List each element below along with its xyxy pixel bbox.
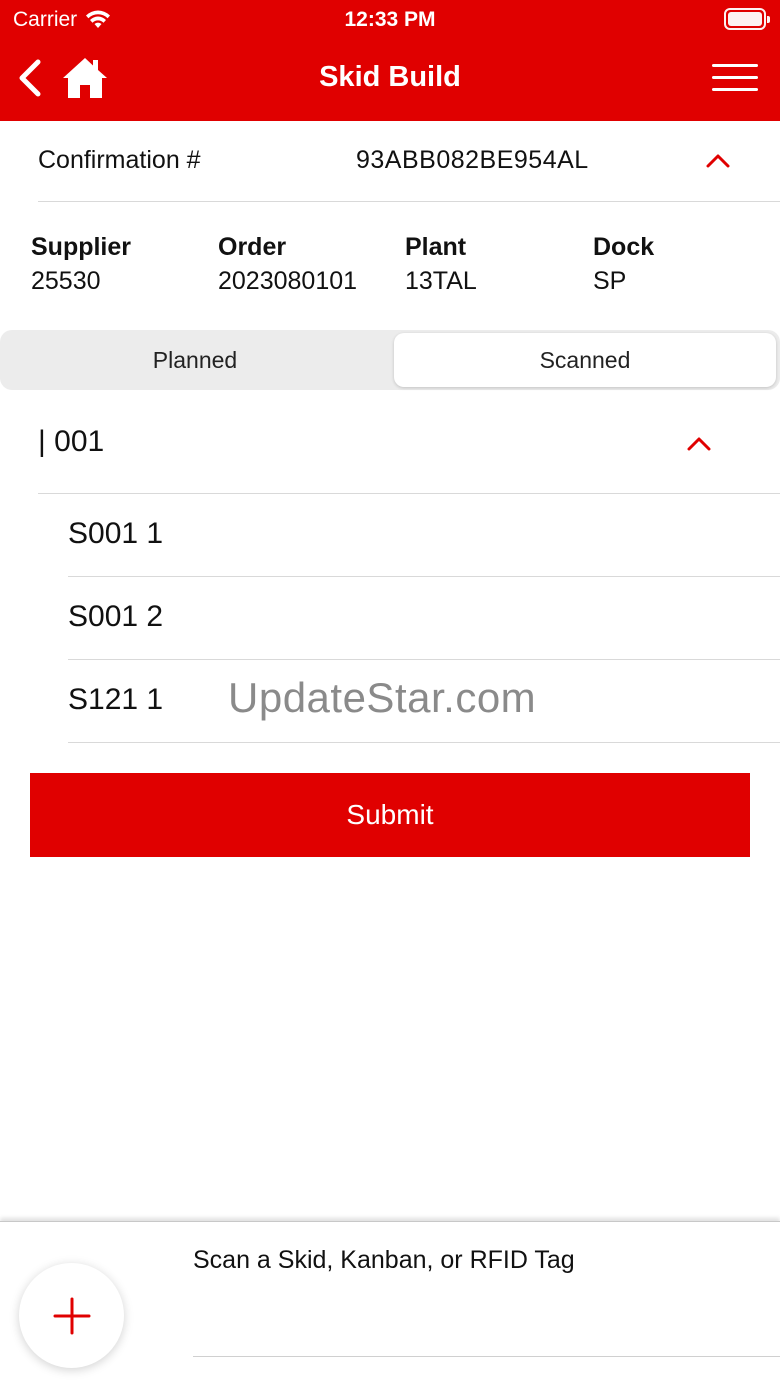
plus-icon <box>53 1297 91 1335</box>
planned-scanned-segmented-control: Planned Scanned <box>0 330 780 390</box>
plant-label: Plant <box>405 233 467 261</box>
watermark: UpdateStar.com <box>228 674 537 721</box>
navigation-bar: Skid Build <box>0 40 780 121</box>
hamburger-menu-icon[interactable] <box>712 64 758 96</box>
top-bar: Carrier 12:33 PM Skid Build <box>0 0 780 121</box>
order-value: 2023080101 <box>218 267 358 295</box>
list-item[interactable]: S001 1 <box>68 494 780 577</box>
order-info-col: Order 2023080101 <box>218 233 357 296</box>
order-info: Supplier 25530 Order 2023080101 Plant 13… <box>31 233 780 303</box>
page-title: Skid Build <box>319 61 461 93</box>
supplier-value: 25530 <box>31 267 101 295</box>
list-item-label: S001 2 <box>68 600 164 633</box>
submit-button[interactable]: Submit <box>30 773 750 857</box>
status-time: 12:33 PM <box>344 8 436 31</box>
segment-scanned[interactable]: Scanned <box>394 333 776 387</box>
confirmation-row[interactable]: Confirmation # 93ABB082BE954AL <box>38 122 780 202</box>
chevron-up-icon[interactable] <box>704 152 732 170</box>
supplier-label: Supplier <box>31 233 132 261</box>
add-button[interactable] <box>19 1263 124 1368</box>
dock-label: Dock <box>593 233 655 261</box>
confirmation-label: Confirmation # <box>38 146 201 174</box>
scan-label: Scan a Skid, Kanban, or RFID Tag <box>193 1246 575 1274</box>
list-item-label: S001 1 <box>68 517 164 550</box>
status-bar: Carrier 12:33 PM <box>0 0 780 40</box>
scan-input-underline[interactable] <box>193 1356 780 1357</box>
plant-info: Plant 13TAL <box>405 233 477 296</box>
confirmation-value: 93ABB082BE954AL <box>356 146 589 174</box>
plant-value: 13TAL <box>405 267 477 295</box>
battery-icon <box>724 8 770 30</box>
group-header[interactable]: | 001 <box>38 395 780 494</box>
list-item-label: S121 1 <box>68 683 164 716</box>
dock-info: Dock SP <box>593 233 654 296</box>
list-item[interactable]: S001 2 <box>68 577 780 660</box>
supplier-info: Supplier 25530 <box>31 233 131 296</box>
group-label: | 001 <box>38 425 105 458</box>
dock-value: SP <box>593 267 627 295</box>
order-label: Order <box>218 233 287 261</box>
chevron-up-icon[interactable] <box>685 435 713 453</box>
segment-planned[interactable]: Planned <box>3 333 387 387</box>
